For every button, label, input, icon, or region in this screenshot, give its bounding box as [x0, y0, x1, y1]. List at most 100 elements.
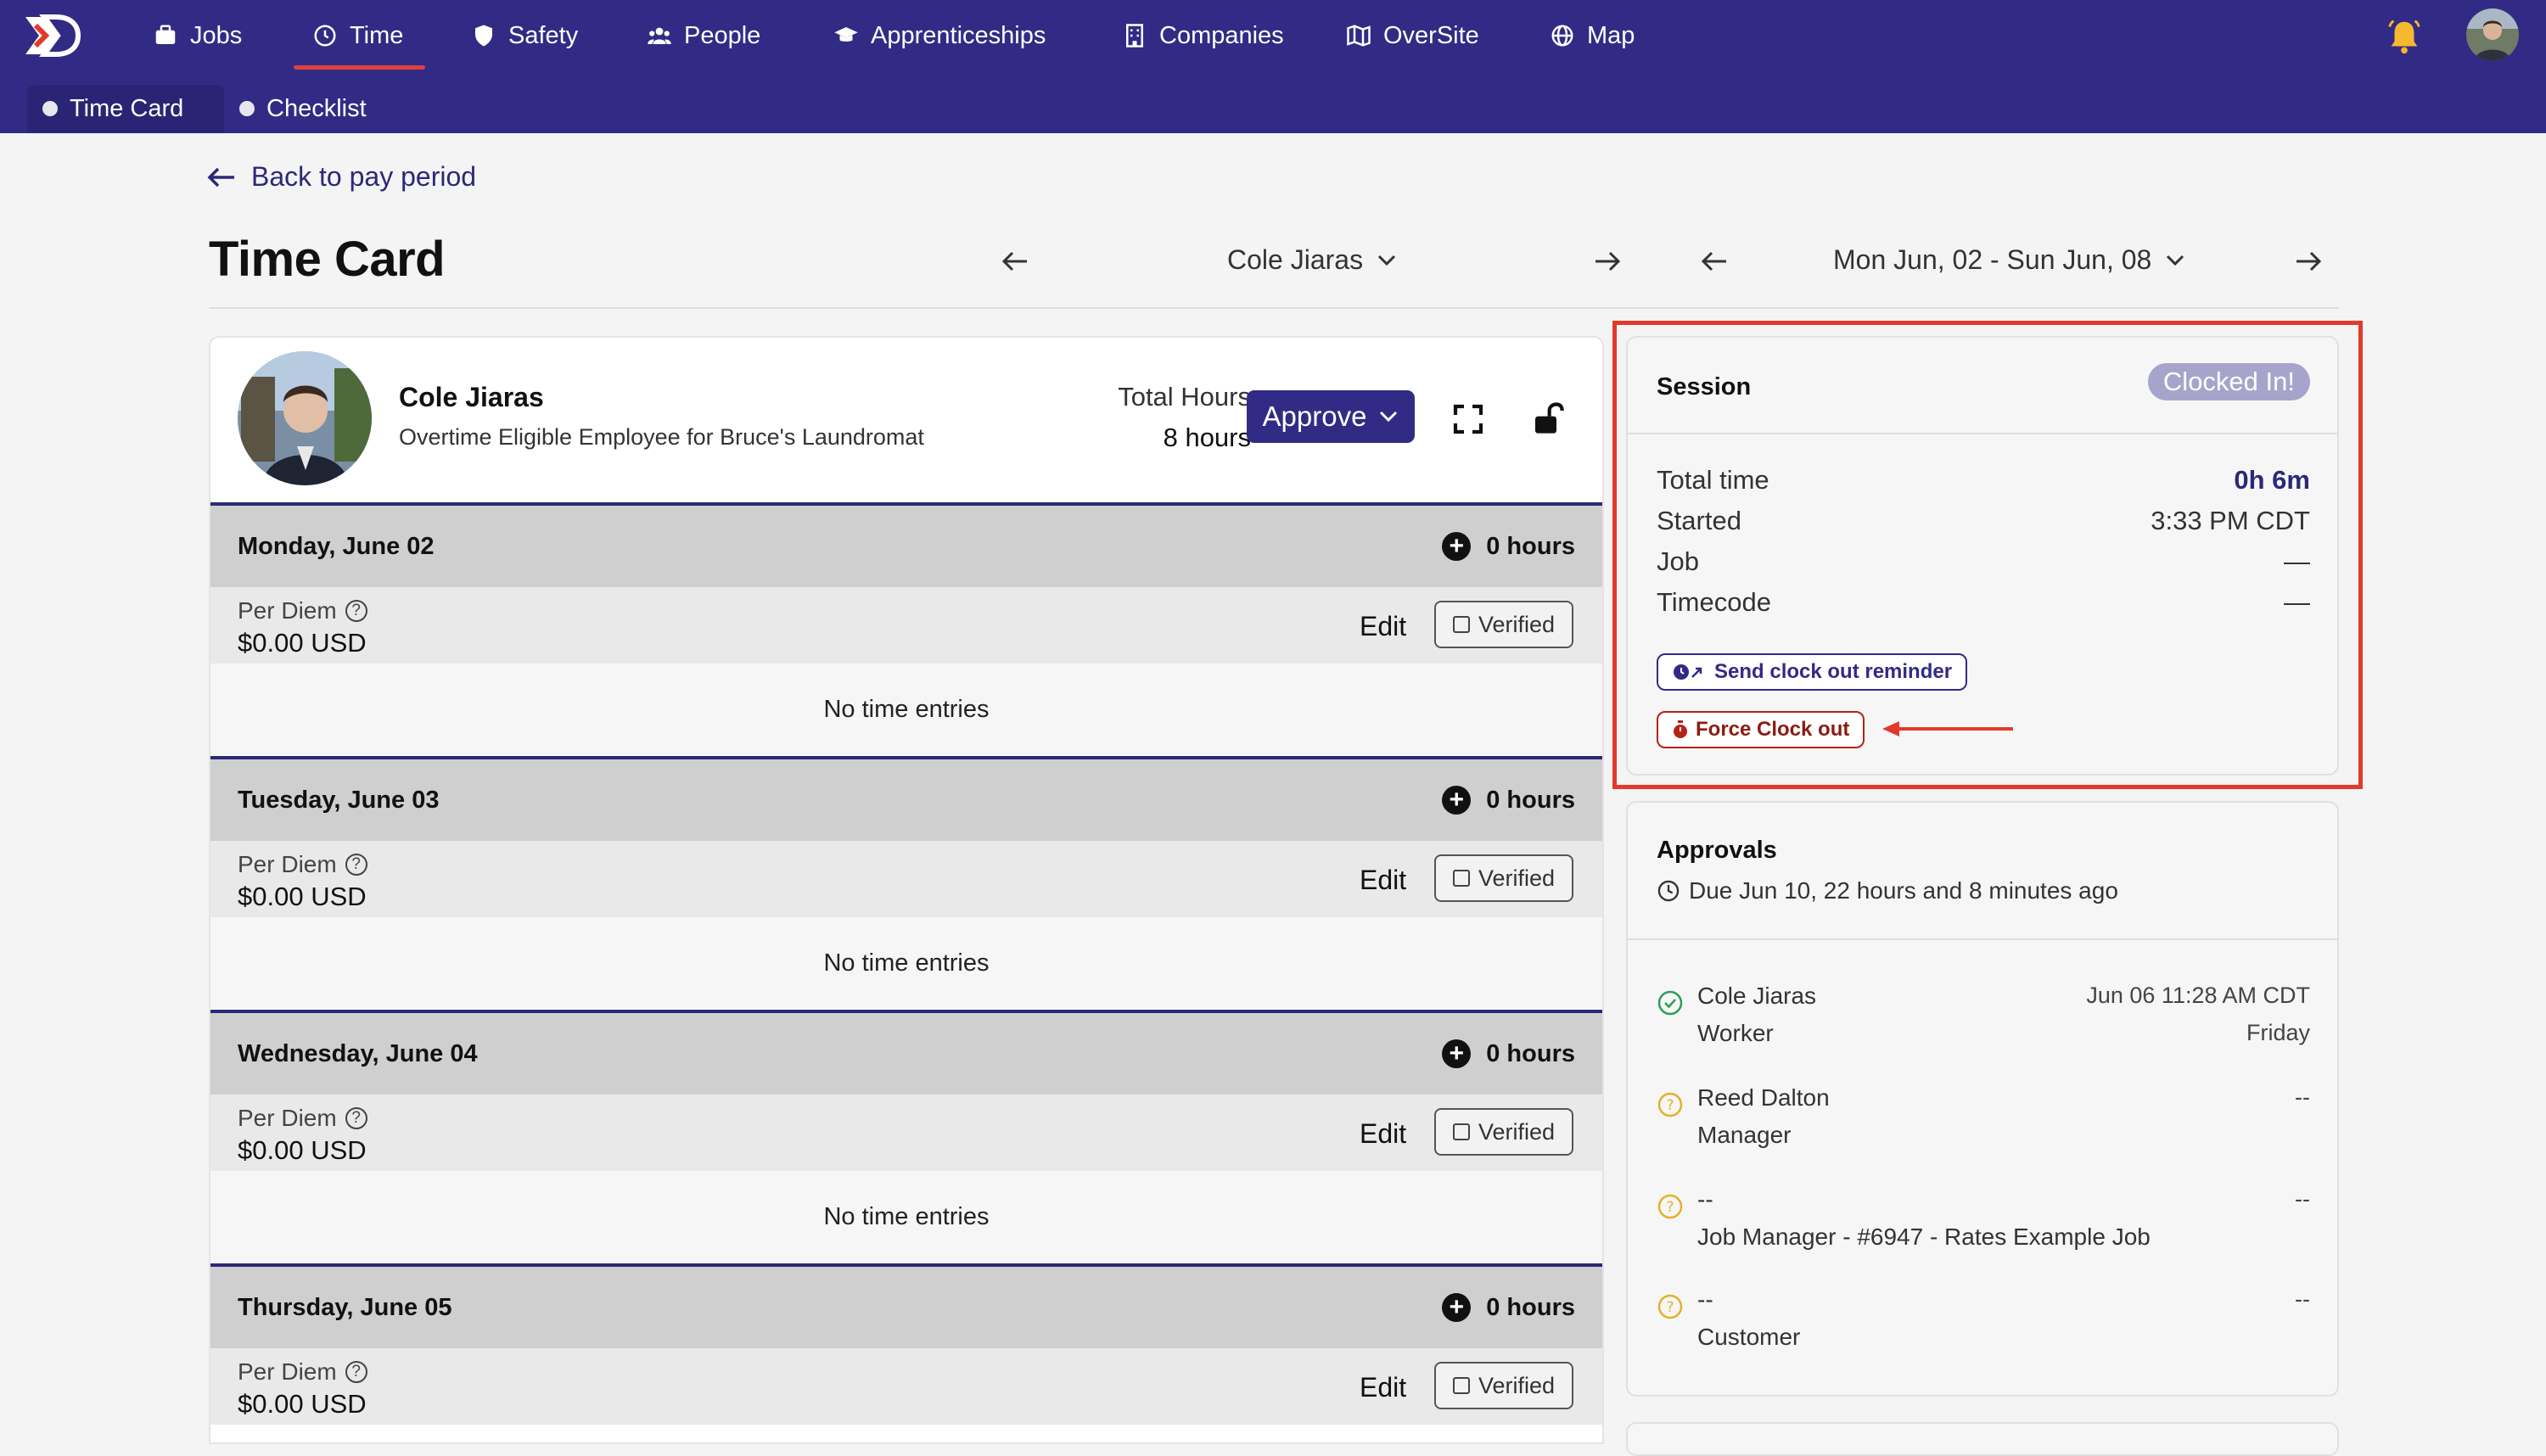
verified-label: Verified: [1478, 865, 1556, 891]
approvals-divider: [1628, 938, 2337, 940]
edit-button[interactable]: Edit: [1360, 1372, 1406, 1403]
per-diem-label: Per Diem?: [238, 597, 367, 624]
day-section-tuesday: Tuesday, June 03 + 0 hours Per Diem? $0.…: [210, 756, 1602, 1009]
approval-date: --: [2295, 1286, 2310, 1312]
empty-entries-message: No time entries: [210, 917, 1602, 1009]
help-icon[interactable]: ?: [345, 1107, 367, 1129]
check-circle-icon: [1657, 990, 1683, 1016]
total-hours-label: Total Hours: [1118, 382, 1251, 412]
edit-button[interactable]: Edit: [1360, 865, 1406, 896]
approvals-due: Due Jun 10, 22 hours and 8 minutes ago: [1657, 877, 2118, 904]
graduation-cap-icon: [834, 27, 858, 42]
nav-jobs[interactable]: Jobs: [153, 0, 242, 71]
clock-icon: [314, 25, 336, 47]
edit-button[interactable]: Edit: [1360, 1118, 1406, 1150]
svg-text:?: ?: [1666, 1097, 1674, 1114]
day-name: Monday, June 02: [238, 532, 435, 560]
nav-label: Jobs: [190, 21, 243, 49]
app-logo[interactable]: [22, 12, 81, 59]
per-diem-label: Per Diem?: [238, 851, 367, 878]
pending-question-icon: ?: [1657, 1092, 1683, 1117]
per-diem-row: Per Diem? $0.00 USD Edit Verified: [210, 587, 1602, 664]
approver-role: Customer: [1697, 1324, 1801, 1350]
approver-name: Cole Jiaras: [1697, 983, 1817, 1009]
back-link[interactable]: Back to pay period: [207, 161, 476, 193]
per-diem-label: Per Diem?: [238, 1358, 367, 1386]
verified-checkbox[interactable]: Verified: [1434, 1362, 1573, 1409]
nav-time[interactable]: Time: [312, 0, 403, 71]
employee-subtitle: Overtime Eligible Employee for Bruce's L…: [399, 424, 924, 450]
nav-label: Safety: [508, 21, 579, 49]
fullscreen-icon[interactable]: [1451, 402, 1485, 436]
help-icon[interactable]: ?: [345, 600, 367, 622]
approver-name: --: [1697, 1186, 1713, 1212]
tab-dot: [239, 101, 255, 116]
prev-employee-arrow-icon[interactable]: [1000, 246, 1030, 277]
nav-companies[interactable]: Companies: [1122, 0, 1284, 71]
building-icon: [1126, 24, 1143, 48]
briefcase-icon: [155, 25, 176, 44]
add-entry-icon[interactable]: +: [1442, 1293, 1472, 1322]
employee-photo: [238, 351, 372, 485]
tab-label: Time Card: [70, 94, 184, 122]
prev-week-arrow-icon[interactable]: [1699, 246, 1730, 277]
day-hours: 0 hours: [1486, 1293, 1575, 1321]
annotation-arrow-icon: [1882, 721, 2013, 736]
total-hours-value: 8 hours: [1163, 423, 1251, 452]
employee-name: Cole Jiaras: [399, 382, 544, 412]
checkbox-icon: [1452, 1123, 1470, 1140]
per-diem-text: Per Diem: [238, 1105, 337, 1131]
day-hours: 0 hours: [1486, 1039, 1575, 1067]
help-icon[interactable]: ?: [345, 854, 367, 876]
tab-time-card[interactable]: Time Card: [27, 85, 224, 132]
approvals-card: Approvals Due Jun 10, 22 hours and 8 min…: [1626, 801, 2339, 1397]
per-diem-row: Per Diem? $0.00 USD Edit Verified: [210, 1095, 1602, 1171]
nav-safety[interactable]: Safety: [471, 0, 578, 71]
edit-button[interactable]: Edit: [1360, 611, 1406, 642]
add-entry-icon[interactable]: +: [1442, 1039, 1472, 1068]
per-diem-text: Per Diem: [238, 597, 337, 624]
checkbox-icon: [1452, 1377, 1470, 1394]
verified-checkbox[interactable]: Verified: [1434, 601, 1573, 648]
date-range-select[interactable]: Mon Jun, 02 - Sun Jun, 08: [1833, 244, 2185, 276]
bell-icon[interactable]: [2385, 17, 2424, 56]
map-fold-icon: [1347, 25, 1371, 47]
verified-label: Verified: [1478, 611, 1556, 637]
nav-label: Time: [350, 21, 404, 49]
per-diem-amount: $0.00 USD: [238, 882, 367, 911]
tab-checklist[interactable]: Checklist: [224, 85, 382, 132]
nav-oversite[interactable]: OverSite: [1346, 0, 1479, 71]
pending-question-icon: ?: [1657, 1294, 1683, 1319]
chevron-down-icon: [2167, 255, 2184, 266]
day-name: Tuesday, June 03: [238, 786, 440, 814]
nav-people[interactable]: People: [647, 0, 760, 71]
add-entry-icon[interactable]: +: [1442, 786, 1472, 815]
day-header: Wednesday, June 04 + 0 hours: [210, 1010, 1602, 1095]
approver-role: Worker: [1697, 1020, 1774, 1046]
next-employee-arrow-icon[interactable]: [1592, 246, 1623, 277]
verified-label: Verified: [1478, 1118, 1556, 1145]
verified-checkbox[interactable]: Verified: [1434, 854, 1573, 902]
tab-label: Checklist: [266, 94, 367, 122]
help-icon[interactable]: ?: [345, 1361, 367, 1383]
user-avatar[interactable]: [2466, 8, 2519, 61]
nav-apprenticeships[interactable]: Apprenticeships: [833, 0, 1046, 71]
unlock-icon[interactable]: [1531, 402, 1565, 436]
employee-select[interactable]: Cole Jiaras: [1227, 244, 1397, 276]
nav-label: Map: [1587, 21, 1635, 49]
employee-select-value: Cole Jiaras: [1227, 244, 1364, 275]
employee-avatar: [238, 351, 372, 485]
next-week-arrow-icon[interactable]: [2293, 246, 2324, 277]
add-entry-icon[interactable]: +: [1442, 532, 1472, 561]
day-header: Monday, June 02 + 0 hours: [210, 502, 1602, 587]
day-header: Thursday, June 05 + 0 hours: [210, 1263, 1602, 1348]
day-section-monday: Monday, June 02 + 0 hours Per Diem? $0.0…: [210, 502, 1602, 755]
verified-checkbox[interactable]: Verified: [1434, 1108, 1573, 1156]
approve-button[interactable]: Approve: [1247, 390, 1415, 443]
page-title: Time Card: [209, 232, 446, 287]
approver-name: --: [1697, 1286, 1713, 1313]
day-section-thursday: Thursday, June 05 + 0 hours Per Diem? $0…: [210, 1263, 1602, 1425]
nav-map[interactable]: Map: [1550, 0, 1635, 71]
nav-label: Companies: [1159, 21, 1284, 49]
nav-label: Apprenticeships: [871, 21, 1046, 49]
